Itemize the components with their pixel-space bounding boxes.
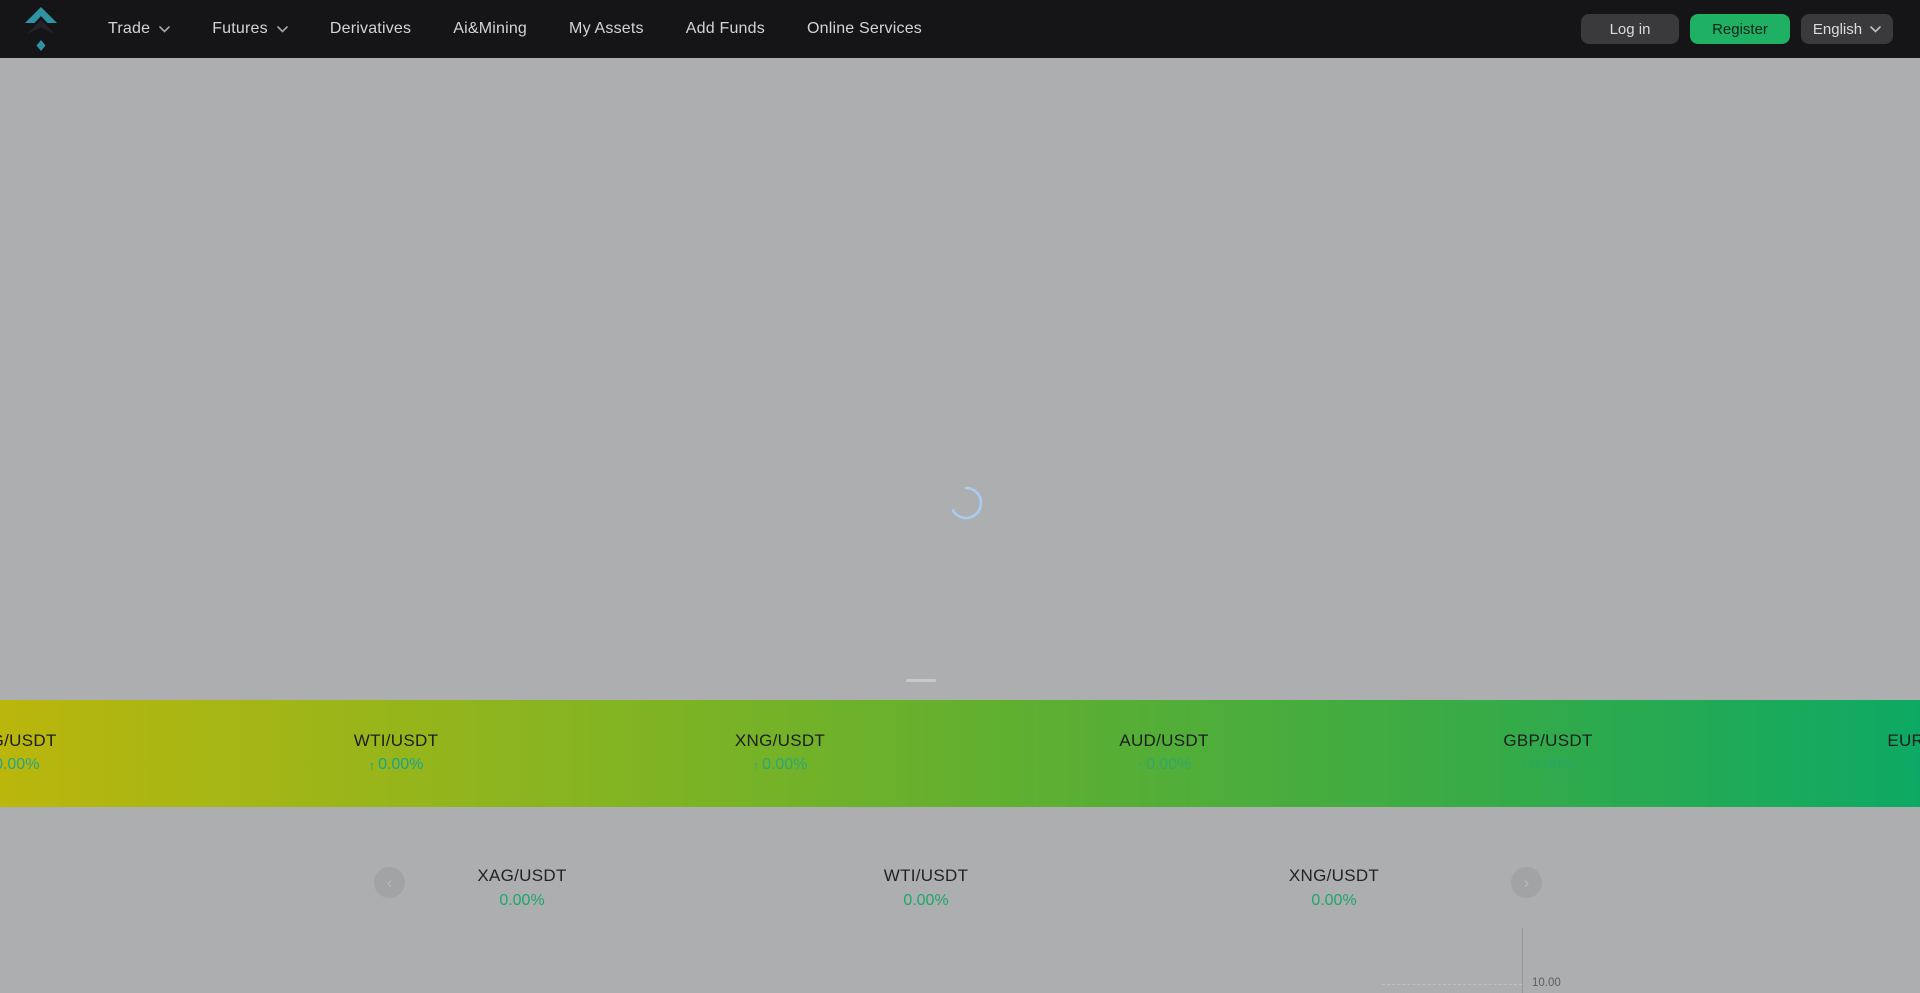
- ticker-item[interactable]: WTI/USDT ↑ 0.00%: [246, 700, 546, 807]
- nav-item-label: Derivatives: [330, 20, 411, 38]
- pair-change: ↑ 0.00%: [1137, 756, 1192, 774]
- pair-change: ↑ 0.00%: [1905, 756, 1920, 774]
- nav-item-label: Online Services: [807, 20, 922, 38]
- pair-label: XNG/USDT: [1289, 866, 1379, 886]
- nav-item-online-services[interactable]: Online Services: [807, 20, 922, 38]
- up-arrow-icon: ↑: [1905, 759, 1912, 772]
- register-button[interactable]: Register: [1690, 14, 1790, 44]
- brand-logo[interactable]: [24, 6, 58, 52]
- watchlist-item[interactable]: WTI/USDT 0.00%: [776, 866, 1076, 910]
- pair-label: EUR/USDT: [1887, 731, 1920, 751]
- carousel-next-button[interactable]: ›: [1511, 867, 1542, 898]
- change-value: 0.00%: [762, 756, 807, 774]
- page: Trade Futures Derivatives Ai&Mining My A…: [0, 0, 1920, 993]
- up-arrow-icon: ↑: [369, 759, 376, 772]
- change-value: 0.00%: [0, 756, 39, 774]
- change-value: 0.00%: [1914, 756, 1920, 774]
- top-nav: Trade Futures Derivatives Ai&Mining My A…: [0, 0, 1920, 58]
- nav-item-label: My Assets: [569, 20, 644, 38]
- nav-item-label: Ai&Mining: [453, 20, 527, 38]
- pair-label: AUD/USDT: [1119, 731, 1208, 751]
- nav-item-futures[interactable]: Futures: [212, 20, 288, 38]
- chart-y-axis: [1522, 928, 1523, 993]
- change-value: 0.00%: [1146, 756, 1191, 774]
- change-value: 0.00%: [378, 756, 423, 774]
- pair-label: WTI/USDT: [884, 866, 969, 886]
- nav-item-derivatives[interactable]: Derivatives: [330, 20, 411, 38]
- up-arrow-icon: ↑: [1521, 759, 1528, 772]
- up-arrow-icon: ↑: [753, 759, 760, 772]
- language-selector[interactable]: English: [1801, 14, 1893, 44]
- pair-change: ↑ 0.00%: [1521, 756, 1576, 774]
- ticker-item[interactable]: XNG/USDT ↑ 0.00%: [630, 700, 930, 807]
- nav-item-label: Trade: [108, 20, 150, 38]
- chart-gridline: [1382, 984, 1522, 985]
- nav-item-trade[interactable]: Trade: [108, 20, 170, 38]
- watchlist-item[interactable]: XNG/USDT 0.00%: [1184, 866, 1484, 910]
- chevron-right-icon: ›: [1524, 874, 1530, 891]
- pair-label: XNG/USDT: [735, 731, 825, 751]
- nav-item-ai-mining[interactable]: Ai&Mining: [453, 20, 527, 38]
- nav-item-label: Add Funds: [686, 20, 765, 38]
- login-button[interactable]: Log in: [1581, 14, 1679, 44]
- language-label: English: [1813, 21, 1862, 38]
- ticker-item[interactable]: XAG/USDT ↑ 0.00%: [0, 700, 162, 807]
- ticker-item[interactable]: AUD/USDT ↑ 0.00%: [1014, 700, 1314, 807]
- pair-change: ↑ 0.00%: [0, 756, 39, 774]
- pair-change: ↑ 0.00%: [369, 756, 424, 774]
- change-value: 0.00%: [903, 892, 948, 910]
- chart-y-tick-label: 10.00: [1532, 977, 1561, 989]
- pair-label: XAG/USDT: [0, 731, 57, 751]
- pair-label: GBP/USDT: [1503, 731, 1592, 751]
- logo-icon: [24, 6, 58, 52]
- chevron-down-icon: [277, 26, 288, 33]
- nav-item-my-assets[interactable]: My Assets: [569, 20, 644, 38]
- chevron-down-icon: [1870, 26, 1881, 33]
- watchlist-item[interactable]: XAG/USDT 0.00%: [372, 866, 672, 910]
- pair-change: ↑ 0.00%: [753, 756, 808, 774]
- scroll-indicator: [906, 679, 936, 682]
- change-value: 0.00%: [499, 892, 544, 910]
- ticker-item[interactable]: GBP/USDT ↑ 0.00%: [1398, 700, 1698, 807]
- loading-spinner: [949, 486, 983, 520]
- change-value: 0.00%: [1530, 756, 1575, 774]
- main-menu: Trade Futures Derivatives Ai&Mining My A…: [108, 20, 922, 38]
- change-value: 0.00%: [1311, 892, 1356, 910]
- nav-item-add-funds[interactable]: Add Funds: [686, 20, 765, 38]
- nav-item-label: Futures: [212, 20, 268, 38]
- pair-label: XAG/USDT: [477, 866, 566, 886]
- nav-actions: Log in Register English: [1581, 14, 1893, 44]
- chevron-down-icon: [159, 26, 170, 33]
- pair-label: WTI/USDT: [354, 731, 439, 751]
- ticker-item[interactable]: EUR/USDT ↑ 0.00%: [1782, 700, 1920, 807]
- up-arrow-icon: ↑: [1137, 759, 1144, 772]
- market-ticker: XAG/USDT ↑ 0.00% WTI/USDT ↑ 0.00% XNG/US…: [0, 700, 1920, 807]
